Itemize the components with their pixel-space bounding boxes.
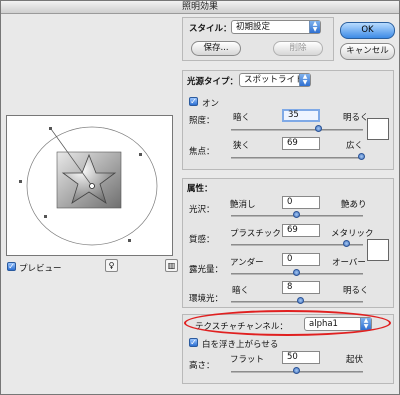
style-select[interactable]: 初期設定 ▲ ▼ <box>231 20 321 34</box>
gloss-left-label: 艶消し <box>230 200 256 210</box>
preview-label: プレビュー <box>19 264 62 274</box>
intensity-label: 照度： <box>189 116 215 126</box>
gloss-label: 光沢： <box>189 205 215 215</box>
gloss-input[interactable]: 0 <box>282 196 320 209</box>
material-left-label: プラスチック <box>230 229 281 239</box>
chevron-updown-icon: ▲ ▼ <box>309 21 320 33</box>
focus-input[interactable]: 69 <box>282 137 320 150</box>
preview-canvas[interactable] <box>6 115 173 256</box>
properties-header: 属性： <box>187 184 213 194</box>
focus-right-label: 広く <box>346 141 364 151</box>
highlight-oval <box>184 310 391 336</box>
focus-slider-thumb[interactable] <box>357 153 365 160</box>
intensity-slider-track[interactable] <box>231 129 363 131</box>
white-high-checkbox[interactable]: ✓ <box>189 338 198 347</box>
light-preview-graphic <box>19 126 158 246</box>
material-right-label: メタリック <box>331 229 374 239</box>
style-select-value: 初期設定 <box>236 22 271 32</box>
material-input[interactable]: 69 <box>282 224 320 237</box>
ambience-input[interactable]: 8 <box>282 281 320 294</box>
lighting-effects-dialog: 照明効果 ✓ プレビュー ♀ ▥ スタイル： 初期設定 ▲ ▼ 保存... 削除… <box>0 0 400 395</box>
exposure-right-label: オーバー <box>332 258 366 268</box>
focus-left-label: 狭く <box>233 141 251 151</box>
height-label: 高さ： <box>189 361 215 371</box>
light-type-select-value: スポットライト <box>244 75 304 85</box>
exposure-left-label: アンダー <box>230 258 264 268</box>
delete-button[interactable]: 削除 <box>273 41 323 56</box>
cancel-button[interactable]: キャンセル <box>340 43 395 60</box>
trash-icon[interactable]: ▥ <box>165 259 178 272</box>
light-type-label: 光源タイプ： <box>187 77 239 87</box>
light-on-checkbox[interactable]: ✓ <box>189 97 198 106</box>
chevron-updown-icon: ▲ ▼ <box>299 74 310 86</box>
gloss-slider-thumb[interactable] <box>293 211 300 218</box>
light-color-swatch[interactable] <box>367 118 389 140</box>
exposure-slider-thumb[interactable] <box>293 269 300 276</box>
focus-label: 焦点： <box>189 147 215 157</box>
white-high-label: 白を浮き上がらせる <box>202 340 279 350</box>
window-title: 照明効果 <box>1 1 399 14</box>
light-bulb-icon[interactable]: ♀ <box>105 259 118 272</box>
light-on-label: オン <box>202 99 220 109</box>
height-input[interactable]: 50 <box>282 351 320 364</box>
exposure-input[interactable]: 0 <box>282 253 320 266</box>
intensity-left-label: 暗く <box>233 113 251 123</box>
style-label: スタイル： <box>189 24 232 34</box>
height-left-label: フラット <box>230 355 265 365</box>
intensity-right-label: 明るく <box>343 113 369 123</box>
light-type-select[interactable]: スポットライト ▲ ▼ <box>239 73 311 87</box>
ambience-label: 環境光： <box>189 294 224 304</box>
height-right-label: 起伏 <box>346 355 364 365</box>
intensity-input[interactable]: 35 <box>282 109 320 122</box>
gloss-right-label: 艶あり <box>341 200 367 210</box>
exposure-label: 露光量： <box>189 265 224 275</box>
ambience-right-label: 明るく <box>343 286 369 296</box>
ambience-slider-thumb[interactable] <box>296 297 304 304</box>
material-label: 質感： <box>189 235 215 245</box>
ambient-color-swatch[interactable] <box>367 239 389 261</box>
ok-button[interactable]: OK <box>340 22 395 39</box>
ambience-left-label: 暗く <box>232 286 250 296</box>
preview-checkbox[interactable]: ✓ <box>7 262 16 271</box>
focus-slider-track[interactable] <box>231 157 363 159</box>
save-button[interactable]: 保存... <box>191 41 241 56</box>
height-slider-thumb[interactable] <box>293 367 300 374</box>
